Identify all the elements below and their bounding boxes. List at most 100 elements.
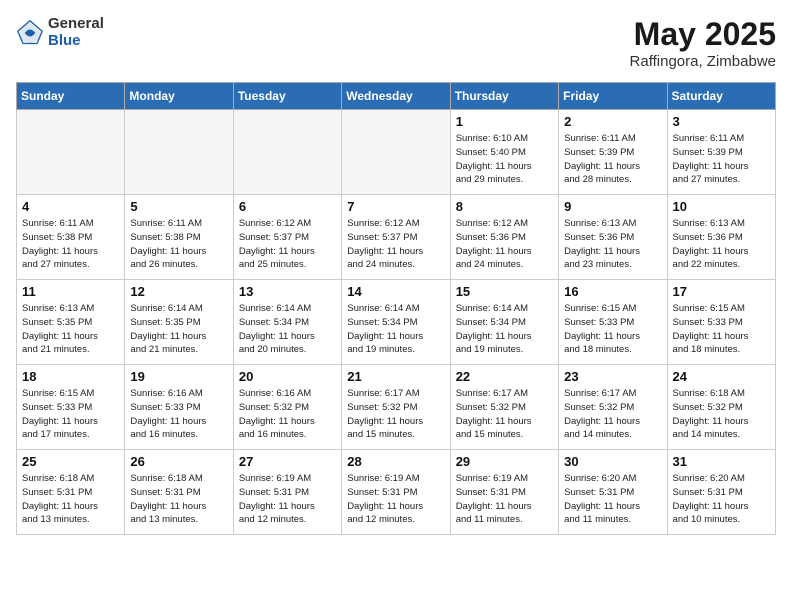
day-info: Sunrise: 6:18 AM Sunset: 5:32 PM Dayligh… bbox=[673, 387, 770, 442]
page-header: General Blue May 2025 Raffingora, Zimbab… bbox=[16, 16, 776, 70]
day-header-sunday: Sunday bbox=[17, 83, 125, 110]
day-number: 27 bbox=[239, 454, 336, 469]
day-info: Sunrise: 6:18 AM Sunset: 5:31 PM Dayligh… bbox=[130, 472, 227, 527]
logo-icon bbox=[16, 19, 44, 47]
day-info: Sunrise: 6:15 AM Sunset: 5:33 PM Dayligh… bbox=[564, 302, 661, 357]
day-number: 12 bbox=[130, 284, 227, 299]
calendar-cell: 31 Sunrise: 6:20 AM Sunset: 5:31 PM Dayli… bbox=[667, 450, 775, 535]
calendar-table: SundayMondayTuesdayWednesdayThursdayFrid… bbox=[16, 82, 776, 535]
calendar-cell: 5 Sunrise: 6:11 AM Sunset: 5:38 PM Daylig… bbox=[125, 195, 233, 280]
calendar-cell: 8Sunrise: 6:12 AM Sunset: 5:36 PM Daylig… bbox=[450, 195, 558, 280]
calendar-cell: 7Sunrise: 6:12 AM Sunset: 5:37 PM Daylig… bbox=[342, 195, 450, 280]
day-info: Sunrise: 6:16 AM Sunset: 5:32 PM Dayligh… bbox=[239, 387, 336, 442]
location-subtitle: Raffingora, Zimbabwe bbox=[630, 53, 776, 70]
logo-blue-text: Blue bbox=[48, 33, 104, 50]
day-info: Sunrise: 6:14 AM Sunset: 5:35 PM Dayligh… bbox=[130, 302, 227, 357]
calendar-cell: 9 Sunrise: 6:13 AM Sunset: 5:36 PM Daylig… bbox=[559, 195, 667, 280]
day-header-tuesday: Tuesday bbox=[233, 83, 341, 110]
calendar-cell: 22 Sunrise: 6:17 AM Sunset: 5:32 PM Dayli… bbox=[450, 365, 558, 450]
title-block: May 2025 Raffingora, Zimbabwe bbox=[630, 16, 776, 70]
calendar-cell: 4Sunrise: 6:11 AM Sunset: 5:38 PM Daylig… bbox=[17, 195, 125, 280]
day-info: Sunrise: 6:11 AM Sunset: 5:38 PM Dayligh… bbox=[130, 217, 227, 272]
day-info: Sunrise: 6:11 AM Sunset: 5:39 PM Dayligh… bbox=[673, 132, 770, 187]
day-number: 25 bbox=[22, 454, 119, 469]
day-number: 23 bbox=[564, 369, 661, 384]
day-info: Sunrise: 6:19 AM Sunset: 5:31 PM Dayligh… bbox=[239, 472, 336, 527]
calendar-cell: 29Sunrise: 6:19 AM Sunset: 5:31 PM Dayli… bbox=[450, 450, 558, 535]
day-info: Sunrise: 6:14 AM Sunset: 5:34 PM Dayligh… bbox=[456, 302, 553, 357]
day-info: Sunrise: 6:18 AM Sunset: 5:31 PM Dayligh… bbox=[22, 472, 119, 527]
day-number: 13 bbox=[239, 284, 336, 299]
week-row-2: 4Sunrise: 6:11 AM Sunset: 5:38 PM Daylig… bbox=[17, 195, 776, 280]
week-row-4: 18 Sunrise: 6:15 AM Sunset: 5:33 PM Dayli… bbox=[17, 365, 776, 450]
day-info: Sunrise: 6:17 AM Sunset: 5:32 PM Dayligh… bbox=[456, 387, 553, 442]
day-info: Sunrise: 6:11 AM Sunset: 5:39 PM Dayligh… bbox=[564, 132, 661, 187]
header-row: SundayMondayTuesdayWednesdayThursdayFrid… bbox=[17, 83, 776, 110]
day-info: Sunrise: 6:12 AM Sunset: 5:36 PM Dayligh… bbox=[456, 217, 553, 272]
day-number: 26 bbox=[130, 454, 227, 469]
calendar-cell: 6 Sunrise: 6:12 AM Sunset: 5:37 PM Daylig… bbox=[233, 195, 341, 280]
day-number: 15 bbox=[456, 284, 553, 299]
day-info: Sunrise: 6:14 AM Sunset: 5:34 PM Dayligh… bbox=[347, 302, 444, 357]
calendar-cell: 1 Sunrise: 6:10 AM Sunset: 5:40 PM Daylig… bbox=[450, 110, 558, 195]
month-year-title: May 2025 bbox=[630, 16, 776, 53]
day-number: 11 bbox=[22, 284, 119, 299]
day-header-monday: Monday bbox=[125, 83, 233, 110]
week-row-5: 25 Sunrise: 6:18 AM Sunset: 5:31 PM Dayli… bbox=[17, 450, 776, 535]
logo-general-text: General bbox=[48, 16, 104, 33]
calendar-cell: 16Sunrise: 6:15 AM Sunset: 5:33 PM Dayli… bbox=[559, 280, 667, 365]
day-info: Sunrise: 6:15 AM Sunset: 5:33 PM Dayligh… bbox=[22, 387, 119, 442]
calendar-cell: 21Sunrise: 6:17 AM Sunset: 5:32 PM Dayli… bbox=[342, 365, 450, 450]
calendar-cell bbox=[125, 110, 233, 195]
day-header-saturday: Saturday bbox=[667, 83, 775, 110]
day-number: 2 bbox=[564, 114, 661, 129]
day-number: 28 bbox=[347, 454, 444, 469]
week-row-3: 11 Sunrise: 6:13 AM Sunset: 5:35 PM Dayli… bbox=[17, 280, 776, 365]
calendar-cell: 28 Sunrise: 6:19 AM Sunset: 5:31 PM Dayli… bbox=[342, 450, 450, 535]
calendar-cell: 12 Sunrise: 6:14 AM Sunset: 5:35 PM Dayli… bbox=[125, 280, 233, 365]
day-number: 9 bbox=[564, 199, 661, 214]
calendar-cell: 3Sunrise: 6:11 AM Sunset: 5:39 PM Daylig… bbox=[667, 110, 775, 195]
day-number: 17 bbox=[673, 284, 770, 299]
day-info: Sunrise: 6:12 AM Sunset: 5:37 PM Dayligh… bbox=[239, 217, 336, 272]
calendar-cell: 27 Sunrise: 6:19 AM Sunset: 5:31 PM Dayli… bbox=[233, 450, 341, 535]
day-number: 7 bbox=[347, 199, 444, 214]
day-info: Sunrise: 6:14 AM Sunset: 5:34 PM Dayligh… bbox=[239, 302, 336, 357]
calendar-cell: 23Sunrise: 6:17 AM Sunset: 5:32 PM Dayli… bbox=[559, 365, 667, 450]
calendar-cell: 11 Sunrise: 6:13 AM Sunset: 5:35 PM Dayli… bbox=[17, 280, 125, 365]
day-header-friday: Friday bbox=[559, 83, 667, 110]
day-info: Sunrise: 6:11 AM Sunset: 5:38 PM Dayligh… bbox=[22, 217, 119, 272]
day-number: 20 bbox=[239, 369, 336, 384]
day-number: 22 bbox=[456, 369, 553, 384]
day-number: 31 bbox=[673, 454, 770, 469]
calendar-cell: 19Sunrise: 6:16 AM Sunset: 5:33 PM Dayli… bbox=[125, 365, 233, 450]
day-info: Sunrise: 6:15 AM Sunset: 5:33 PM Dayligh… bbox=[673, 302, 770, 357]
logo-text: General Blue bbox=[48, 16, 104, 49]
week-row-1: 1 Sunrise: 6:10 AM Sunset: 5:40 PM Daylig… bbox=[17, 110, 776, 195]
day-info: Sunrise: 6:10 AM Sunset: 5:40 PM Dayligh… bbox=[456, 132, 553, 187]
day-info: Sunrise: 6:20 AM Sunset: 5:31 PM Dayligh… bbox=[673, 472, 770, 527]
calendar-cell: 18 Sunrise: 6:15 AM Sunset: 5:33 PM Dayli… bbox=[17, 365, 125, 450]
day-info: Sunrise: 6:13 AM Sunset: 5:36 PM Dayligh… bbox=[564, 217, 661, 272]
day-info: Sunrise: 6:19 AM Sunset: 5:31 PM Dayligh… bbox=[347, 472, 444, 527]
calendar-cell: 2 Sunrise: 6:11 AM Sunset: 5:39 PM Daylig… bbox=[559, 110, 667, 195]
day-number: 18 bbox=[22, 369, 119, 384]
calendar-cell bbox=[342, 110, 450, 195]
day-number: 6 bbox=[239, 199, 336, 214]
calendar-cell: 10Sunrise: 6:13 AM Sunset: 5:36 PM Dayli… bbox=[667, 195, 775, 280]
calendar-cell: 20 Sunrise: 6:16 AM Sunset: 5:32 PM Dayli… bbox=[233, 365, 341, 450]
day-info: Sunrise: 6:13 AM Sunset: 5:35 PM Dayligh… bbox=[22, 302, 119, 357]
day-info: Sunrise: 6:13 AM Sunset: 5:36 PM Dayligh… bbox=[673, 217, 770, 272]
day-info: Sunrise: 6:16 AM Sunset: 5:33 PM Dayligh… bbox=[130, 387, 227, 442]
day-header-wednesday: Wednesday bbox=[342, 83, 450, 110]
calendar-cell: 17 Sunrise: 6:15 AM Sunset: 5:33 PM Dayli… bbox=[667, 280, 775, 365]
day-number: 1 bbox=[456, 114, 553, 129]
calendar-cell: 13 Sunrise: 6:14 AM Sunset: 5:34 PM Dayli… bbox=[233, 280, 341, 365]
calendar-cell: 25 Sunrise: 6:18 AM Sunset: 5:31 PM Dayli… bbox=[17, 450, 125, 535]
calendar-cell: 26 Sunrise: 6:18 AM Sunset: 5:31 PM Dayli… bbox=[125, 450, 233, 535]
day-number: 21 bbox=[347, 369, 444, 384]
day-info: Sunrise: 6:20 AM Sunset: 5:31 PM Dayligh… bbox=[564, 472, 661, 527]
day-number: 5 bbox=[130, 199, 227, 214]
calendar-cell: 24Sunrise: 6:18 AM Sunset: 5:32 PM Dayli… bbox=[667, 365, 775, 450]
day-info: Sunrise: 6:19 AM Sunset: 5:31 PM Dayligh… bbox=[456, 472, 553, 527]
